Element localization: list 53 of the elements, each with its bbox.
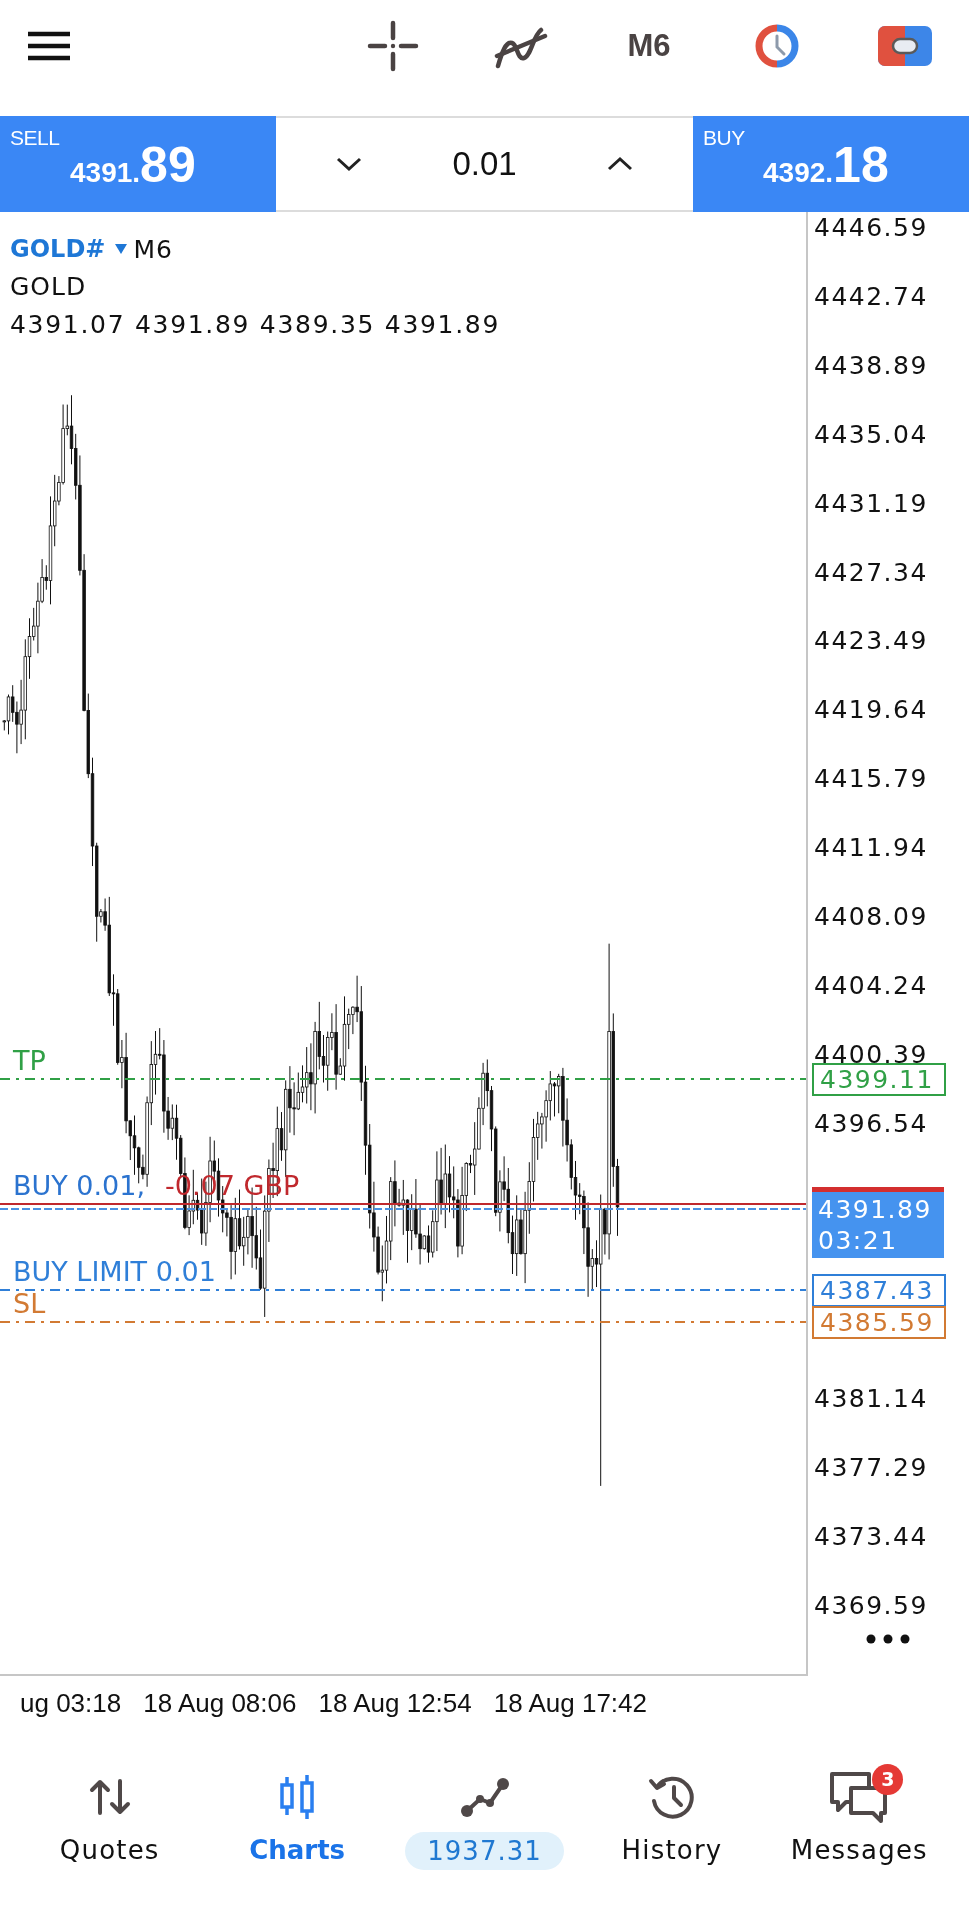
price-axis-label: 4408.09 bbox=[814, 901, 928, 933]
price-axis-label: 4419.64 bbox=[814, 694, 928, 727]
price-axis-label: 4427.34 bbox=[814, 556, 928, 589]
time-axis-label: 18 Aug 08:06 bbox=[143, 1687, 297, 1719]
nav-tab[interactable]: Charts bbox=[245, 1760, 350, 1868]
menu-icon[interactable] bbox=[26, 30, 72, 62]
message-count-badge: 3 bbox=[872, 1764, 904, 1795]
symbol-selector[interactable]: GOLD# bbox=[10, 235, 106, 263]
history-icon bbox=[647, 1774, 696, 1820]
time-axis-label: ug 03:18 bbox=[20, 1687, 122, 1719]
crosshair-icon[interactable] bbox=[367, 20, 419, 72]
time-axis-label: 18 Aug 17:42 bbox=[493, 1687, 647, 1719]
price-axis-label: 4431.19 bbox=[814, 487, 928, 520]
take-profit-price-tag: 4399.11 bbox=[812, 1062, 946, 1096]
stop-loss-price-tag: 4385.59 bbox=[812, 1305, 946, 1339]
price-axis-label: 4377.29 bbox=[814, 1452, 928, 1485]
nav-tab[interactable]: 1937.31 bbox=[401, 1760, 568, 1870]
price-axis-label: 4396.54 bbox=[814, 1107, 928, 1140]
position-label: BUY 0.01, bbox=[13, 1170, 146, 1202]
timeframe-button[interactable]: M6 bbox=[627, 28, 671, 64]
price-axis-label: 4381.14 bbox=[814, 1383, 928, 1416]
price-axis-label: 4423.49 bbox=[814, 625, 928, 658]
buy-limit-label: BUY LIMIT 0.01 bbox=[13, 1256, 216, 1288]
nav-tab[interactable]: Quotes bbox=[55, 1760, 164, 1868]
stop-loss-label: SL bbox=[13, 1288, 46, 1320]
price-axis-label: 4438.89 bbox=[814, 349, 928, 382]
time-axis-label: 18 Aug 12:54 bbox=[318, 1687, 472, 1719]
candle-countdown: 03:21 bbox=[818, 1225, 899, 1256]
price-axis-label: 4404.24 bbox=[814, 969, 928, 1002]
symbol-description: GOLD bbox=[10, 271, 88, 303]
up-down-arrows-icon bbox=[87, 1778, 132, 1816]
timeframe-label: M6 bbox=[133, 234, 173, 264]
price-axis-label: 4435.04 bbox=[814, 418, 928, 451]
price-axis-label: 4446.59 bbox=[814, 212, 928, 244]
buy-limit-price-tag: 4387.43 bbox=[812, 1273, 946, 1307]
more-icon[interactable] bbox=[866, 1634, 910, 1644]
price-axis-label: 4373.44 bbox=[814, 1521, 928, 1554]
toggle-icon[interactable] bbox=[878, 26, 932, 66]
price-axis-label: 4442.74 bbox=[814, 280, 928, 313]
buy-button[interactable]: BUY 4392.18 bbox=[693, 116, 969, 212]
take-profit-label: TP bbox=[13, 1045, 46, 1077]
nav-tab[interactable]: History bbox=[617, 1760, 727, 1868]
sell-button[interactable]: SELL 4391.89 bbox=[0, 116, 276, 212]
current-price-value: 4391.89 bbox=[818, 1194, 933, 1225]
caret-icon[interactable] bbox=[115, 244, 128, 254]
price-axis-label: 4415.79 bbox=[814, 763, 928, 796]
volume-field[interactable]: 0.01 bbox=[452, 145, 517, 183]
ohlc-values: 4391.07 4391.89 4389.35 4391.89 bbox=[10, 309, 501, 341]
price-axis-label: 4411.94 bbox=[814, 832, 928, 865]
nav-tab[interactable]: 3 Messages bbox=[786, 1760, 932, 1868]
line-chart-icon bbox=[459, 1776, 510, 1818]
balance-pill: 1937.31 bbox=[405, 1832, 564, 1870]
price-axis-label: 4369.59 bbox=[814, 1590, 928, 1622]
